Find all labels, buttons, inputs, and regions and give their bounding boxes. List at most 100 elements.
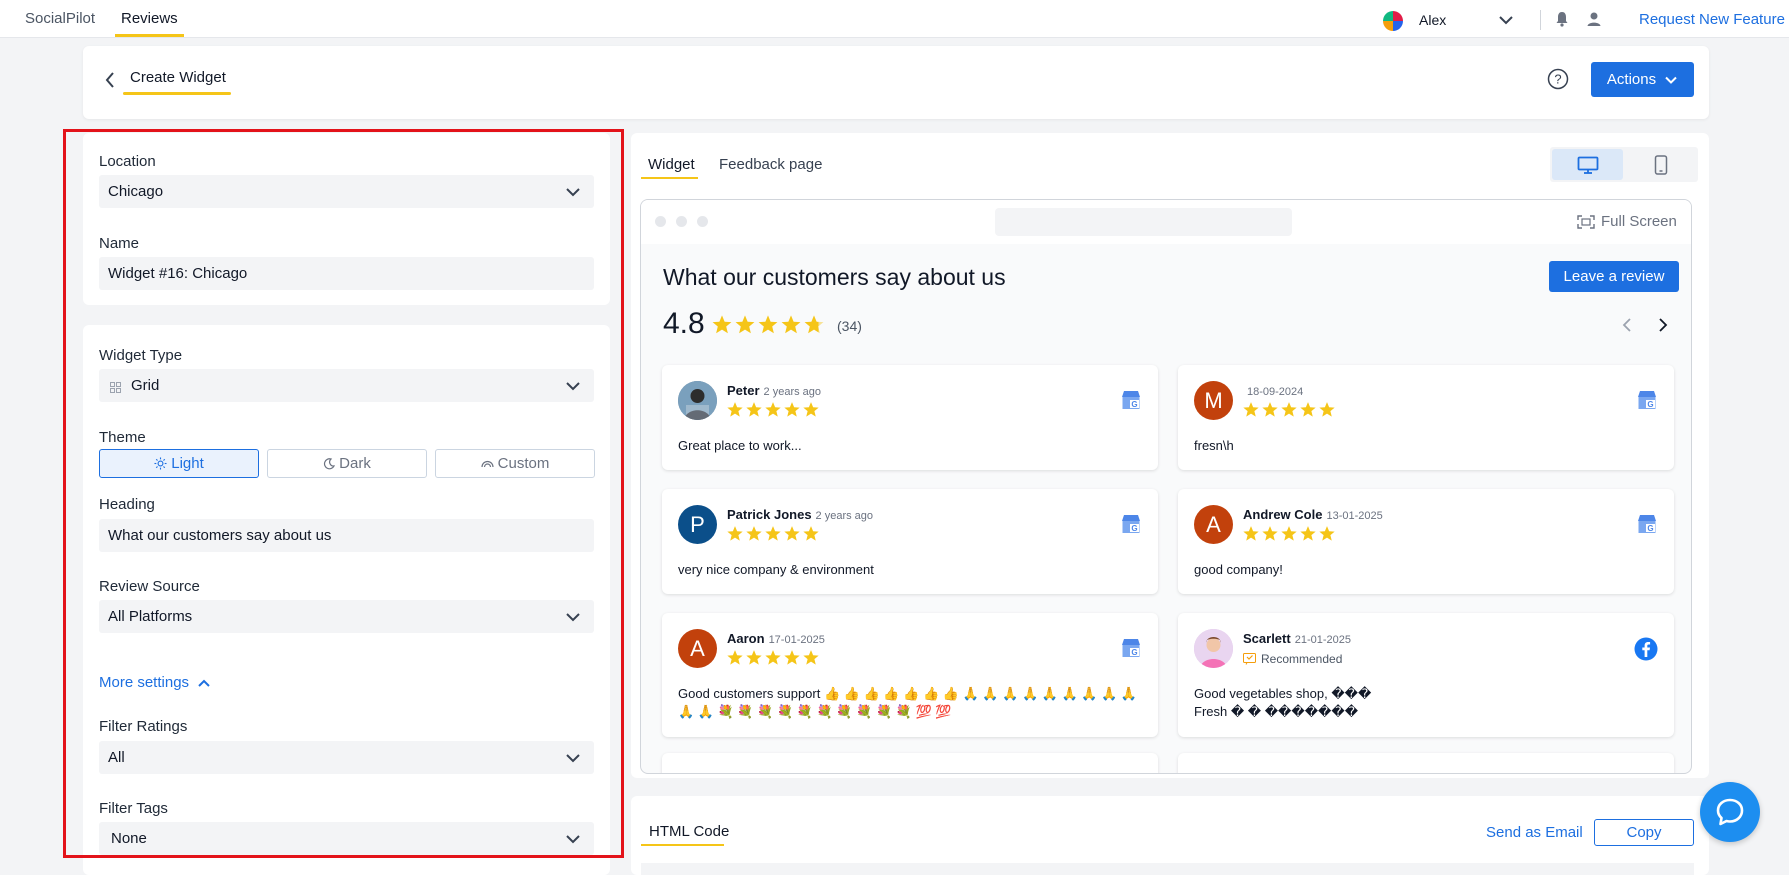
google-business-icon: G	[1120, 637, 1142, 663]
recommended-badge: Recommended	[1243, 652, 1342, 666]
svg-text:?: ?	[1554, 72, 1561, 87]
review-count: (34)	[837, 318, 862, 334]
star-icon	[1281, 402, 1297, 417]
desktop-view-button[interactable]	[1552, 149, 1623, 180]
theme-custom-label: Custom	[497, 455, 550, 472]
html-code-area[interactable]	[641, 863, 1694, 875]
avatar: A	[1194, 505, 1233, 544]
filter-tags-select[interactable]: None	[99, 822, 594, 855]
window-dot	[697, 216, 708, 227]
top-navigation: SocialPilot Reviews Alex Request New Fea…	[0, 0, 1789, 38]
browser-preview-frame: Full Screen What our customers say about…	[640, 199, 1692, 774]
basic-settings-card: Location Chicago Name Widget #16: Chicag…	[83, 133, 610, 305]
review-card: P Patrick Jones 2 years ago very nice com…	[662, 489, 1158, 594]
review-card	[1178, 753, 1674, 773]
widget-type-value: Grid	[131, 377, 160, 394]
star-icon	[784, 526, 800, 541]
average-rating: 4.8	[663, 307, 705, 340]
avatar: M	[1194, 381, 1233, 420]
star-icon	[746, 650, 762, 665]
review-card: Peter 2 years ago Great place to work... …	[662, 365, 1158, 470]
star-icon	[1262, 526, 1278, 541]
divider	[1540, 10, 1541, 30]
previous-arrow-icon[interactable]	[1621, 317, 1633, 337]
chevron-down-icon	[564, 377, 582, 399]
svg-text:G: G	[1131, 400, 1137, 409]
theme-custom-button[interactable]: Custom	[435, 449, 595, 478]
star-icon	[784, 402, 800, 417]
review-date: 17-01-2025	[768, 634, 825, 646]
star-icon	[781, 315, 801, 334]
review-date: 2 years ago	[815, 510, 874, 522]
star-icon	[1243, 402, 1259, 417]
grid-icon	[110, 380, 121, 397]
page-header: Create Widget ? Actions	[83, 46, 1709, 119]
star-icon	[727, 402, 743, 417]
review-text: good company!	[1194, 562, 1283, 577]
review-card: A Andrew Cole 13-01-2025 good company! G	[1178, 489, 1674, 594]
back-arrow-icon[interactable]	[103, 71, 117, 93]
review-date: 21-01-2025	[1294, 634, 1351, 646]
send-as-email-link[interactable]: Send as Email	[1486, 824, 1583, 841]
google-business-icon: G	[1636, 513, 1658, 539]
star-icon	[727, 526, 743, 541]
actions-button[interactable]: Actions	[1591, 62, 1694, 97]
theme-label: Theme	[99, 429, 146, 446]
review-text: Great place to work...	[678, 438, 802, 453]
star-icon	[1300, 402, 1316, 417]
user-icon[interactable]	[1586, 11, 1602, 31]
chevron-up-icon	[198, 679, 210, 687]
heading-input[interactable]: What our customers say about us	[99, 519, 594, 552]
mobile-view-button[interactable]	[1625, 149, 1696, 180]
star-icon	[712, 315, 732, 334]
filter-ratings-select[interactable]: All	[99, 741, 594, 774]
window-dot	[676, 216, 687, 227]
widget-type-select[interactable]: Grid	[99, 369, 594, 402]
review-card: M 18-09-2024 fresn\h G	[1178, 365, 1674, 470]
filter-ratings-label: Filter Ratings	[99, 718, 188, 735]
chevron-down-icon[interactable]	[1497, 11, 1515, 33]
recommended-label: Recommended	[1261, 652, 1343, 666]
workspace-avatar[interactable]	[1383, 11, 1403, 31]
review-text: Good customers support 👍 👍 👍 👍 👍 👍 👍 🙏 🙏…	[678, 686, 1138, 719]
html-code-title: HTML Code	[649, 823, 730, 840]
google-business-icon: G	[1120, 513, 1142, 539]
browser-bar: Full Screen	[641, 200, 1691, 244]
help-icon[interactable]: ?	[1547, 68, 1569, 94]
widget-settings-card: Widget Type Grid Theme Light Dark Custom…	[83, 325, 610, 875]
avatar: A	[678, 629, 717, 668]
bell-icon[interactable]	[1554, 11, 1570, 31]
window-dot	[655, 216, 666, 227]
leave-review-button[interactable]: Leave a review	[1549, 261, 1679, 292]
chat-support-button[interactable]	[1700, 782, 1760, 842]
tab-widget[interactable]: Widget	[648, 156, 695, 173]
star-half-icon	[804, 315, 824, 334]
review-date: 18-09-2024	[1247, 386, 1304, 398]
star-icon	[765, 650, 781, 665]
avatar	[678, 381, 717, 420]
star-icon	[803, 402, 819, 417]
theme-light-label: Light	[171, 455, 204, 472]
full-screen-button[interactable]: Full Screen	[1577, 213, 1677, 230]
next-arrow-icon[interactable]	[1657, 317, 1669, 337]
theme-dark-button[interactable]: Dark	[267, 449, 427, 478]
chevron-down-icon	[1665, 76, 1677, 84]
request-new-feature-link[interactable]: Request New Feature	[1639, 11, 1785, 28]
theme-light-button[interactable]: Light	[99, 449, 259, 478]
tab-socialpilot[interactable]: SocialPilot	[25, 10, 95, 27]
copy-button[interactable]: Copy	[1594, 819, 1694, 846]
chevron-down-icon	[564, 183, 582, 205]
avatar	[1194, 629, 1233, 668]
tab-feedback-page[interactable]: Feedback page	[719, 156, 822, 173]
review-card	[662, 753, 1158, 773]
star-icon	[1319, 402, 1335, 417]
user-name[interactable]: Alex	[1419, 12, 1446, 28]
svg-text:G: G	[1647, 400, 1653, 409]
more-settings-toggle[interactable]: More settings	[99, 674, 211, 691]
review-source-select[interactable]: All Platforms	[99, 600, 594, 633]
tab-reviews[interactable]: Reviews	[115, 10, 184, 37]
title-underline	[123, 92, 231, 95]
name-input[interactable]: Widget #16: Chicago	[99, 257, 594, 290]
location-select[interactable]: Chicago	[99, 175, 594, 208]
tab-underline	[641, 177, 698, 179]
